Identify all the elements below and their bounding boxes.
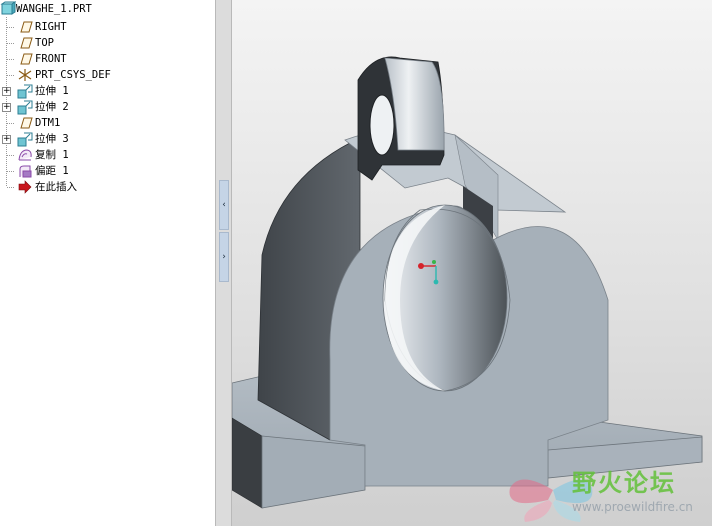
tree-connector — [7, 43, 15, 44]
tree-item-label: 在此插入 — [35, 181, 77, 193]
extrude-icon — [17, 83, 33, 99]
expand-toggle[interactable]: + — [2, 135, 11, 144]
tree-item-dtm1[interactable]: DTM1 — [0, 115, 214, 131]
offset-icon — [17, 163, 33, 179]
tree-item-front[interactable]: FRONT — [0, 51, 214, 67]
datum-plane-icon — [17, 51, 33, 67]
tree-connector — [7, 171, 15, 172]
tree-item-copy-1[interactable]: 复制 1 — [0, 147, 214, 163]
csys-icon — [17, 67, 33, 83]
tree-item-label: 拉伸 2 — [35, 101, 69, 113]
graphics-window[interactable]: 野火论坛 www.proewildfire.cn — [232, 0, 712, 526]
tree-item-label: 拉伸 1 — [35, 85, 69, 97]
part-icon — [0, 1, 17, 17]
tree-connector — [7, 155, 15, 156]
insert-here-arrow-icon — [17, 179, 33, 195]
tree-item-offset-1[interactable]: 偏距 1 — [0, 163, 214, 179]
tree-item-label: 拉伸 3 — [35, 133, 69, 145]
extrude-icon — [17, 99, 33, 115]
expand-tree-button[interactable]: › — [219, 232, 229, 282]
datum-plane-icon — [17, 115, 33, 131]
tree-item-label: 复制 1 — [35, 149, 69, 161]
tree-item-part[interactable]: WANGHE_1.PRT — [0, 1, 214, 17]
tree-item-label: DTM1 — [35, 117, 61, 129]
tree-connector — [7, 123, 15, 124]
watermark-url: www.proewildfire.cn — [572, 500, 693, 514]
tree-item-label: RIGHT — [35, 21, 67, 33]
bearing-block-model[interactable] — [232, 0, 712, 526]
tree-connector — [7, 59, 15, 60]
tree-item-top[interactable]: TOP — [0, 35, 214, 51]
expand-toggle[interactable]: + — [2, 103, 11, 112]
tree-item-label: WANGHE_1.PRT — [16, 3, 92, 15]
tree-item-extrude-2[interactable]: + 拉伸 2 — [0, 99, 214, 115]
tree-item-extrude-1[interactable]: + 拉伸 1 — [0, 83, 214, 99]
datum-plane-icon — [17, 35, 33, 51]
tree-item-label: FRONT — [35, 53, 67, 65]
copy-icon — [17, 147, 33, 163]
datum-plane-icon — [17, 19, 33, 35]
tree-item-label: TOP — [35, 37, 54, 49]
tree-item-label: 偏距 1 — [35, 165, 69, 177]
model-tree: WANGHE_1.PRT RIGHT TOP FRONT PRT_CSYS_DE… — [0, 0, 216, 526]
tree-connector — [7, 27, 15, 28]
collapse-tree-button[interactable]: ‹ — [219, 180, 229, 230]
tree-item-label: PRT_CSYS_DEF — [35, 69, 111, 81]
expand-toggle[interactable]: + — [2, 87, 11, 96]
tree-connector — [7, 187, 15, 188]
panel-splitter[interactable]: ‹ › — [216, 0, 232, 526]
tree-item-right[interactable]: RIGHT — [0, 19, 214, 35]
tree-item-insert-here[interactable]: 在此插入 — [0, 179, 214, 195]
tree-item-csys[interactable]: PRT_CSYS_DEF — [0, 67, 214, 83]
tree-item-extrude-3[interactable]: + 拉伸 3 — [0, 131, 214, 147]
extrude-icon — [17, 131, 33, 147]
watermark-title: 野火论坛 — [572, 469, 676, 497]
tree-connector — [7, 75, 15, 76]
